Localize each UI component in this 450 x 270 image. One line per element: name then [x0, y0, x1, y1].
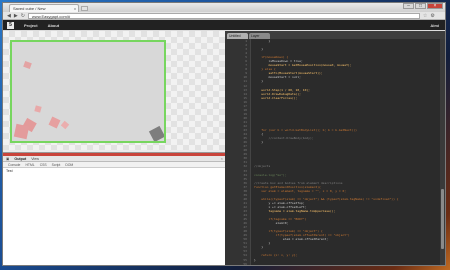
line-number: 56: [243, 261, 247, 266]
app-logo[interactable]: 5: [7, 21, 14, 29]
code-line[interactable]: [251, 262, 440, 265]
subtab-dom[interactable]: DOM: [65, 162, 73, 167]
main-content: × ▣ Output View Console HTML CSS Script …: [3, 31, 445, 265]
app-navbar: 5 Project About Aimi: [3, 20, 445, 30]
close-tab-icon[interactable]: x: [74, 5, 76, 12]
code-editor-panel: Untitled Layer 1 2 3 4 5 6 7 8 9 10 11 12 13 14 15 16 17…: [225, 31, 445, 265]
minimize-button[interactable]: –: [403, 3, 414, 9]
new-tab-button[interactable]: [81, 6, 88, 11]
browser-tab[interactable]: Saved cube / New x: [9, 4, 79, 12]
nav-about[interactable]: About: [48, 23, 60, 28]
maximize-button[interactable]: □: [415, 3, 426, 9]
pink-box: [34, 105, 42, 113]
gray-box: [148, 125, 164, 141]
stage-background: [3, 31, 225, 150]
user-name[interactable]: Aimi: [430, 23, 439, 28]
back-arrow-icon[interactable]: ◀: [7, 13, 11, 19]
forward-arrow-icon[interactable]: ▶: [14, 13, 18, 19]
preview-panel: × ▣ Output View Console HTML CSS Script …: [3, 31, 225, 265]
reload-icon[interactable]: ↻: [21, 13, 25, 19]
pink-box: [23, 60, 32, 70]
title-bar: Saved cube / New x – □ ×: [3, 3, 445, 12]
subtab-script[interactable]: Script: [52, 162, 61, 167]
wrench-icon[interactable]: ⚙: [430, 13, 434, 19]
console-tab-icon[interactable]: ▣: [6, 156, 9, 161]
browser-toolbar: ◀ ▶ ↻ www.Easygapt.com/# ☆ ⚙: [3, 12, 445, 20]
nav-project[interactable]: Project: [24, 23, 38, 28]
line-number-gutter: 1 2 3 4 5 6 7 8 9 10 11 12 13 14 15 16 17 18 19 20 21 22 23 24 2…: [225, 39, 251, 265]
tab-output[interactable]: Output: [14, 156, 26, 161]
close-window-button[interactable]: ×: [427, 3, 443, 9]
pink-box: [48, 116, 61, 129]
subtab-console[interactable]: Console: [8, 162, 20, 167]
code-editor[interactable]: 1 2 3 4 5 6 7 8 9 10 11 12 13 14 15 16 17 18 19 20 21 22 23 24 2…: [225, 39, 440, 265]
pink-box: [60, 120, 70, 130]
console-log-line: Test: [6, 169, 13, 173]
browser-tab-title: Saved cube / New: [13, 6, 46, 11]
pink-box: [13, 123, 30, 140]
browser-window: Saved cube / New x – □ × ◀ ▶ ↻ www.Easyg…: [2, 2, 446, 266]
subtab-html[interactable]: HTML: [25, 162, 34, 167]
bookmark-star-icon[interactable]: ☆: [423, 13, 427, 19]
code-area[interactable]: } } if(mouseDown) { isMouseDown = true; …: [251, 39, 440, 265]
address-bar[interactable]: www.Easygapt.com/#: [27, 12, 420, 19]
physics-stage[interactable]: [10, 40, 166, 143]
tab-view[interactable]: View: [31, 156, 39, 161]
console-close-icon[interactable]: ×: [221, 156, 223, 161]
window-controls: – □ ×: [403, 3, 443, 9]
editor-tabs: Untitled Layer: [225, 31, 445, 39]
console-panel: × ▣ Output View Console HTML CSS Script …: [3, 152, 225, 265]
editor-scrollbar[interactable]: [440, 39, 445, 265]
scrollbar-thumb[interactable]: [441, 189, 444, 249]
subtab-css[interactable]: CSS: [40, 162, 47, 167]
